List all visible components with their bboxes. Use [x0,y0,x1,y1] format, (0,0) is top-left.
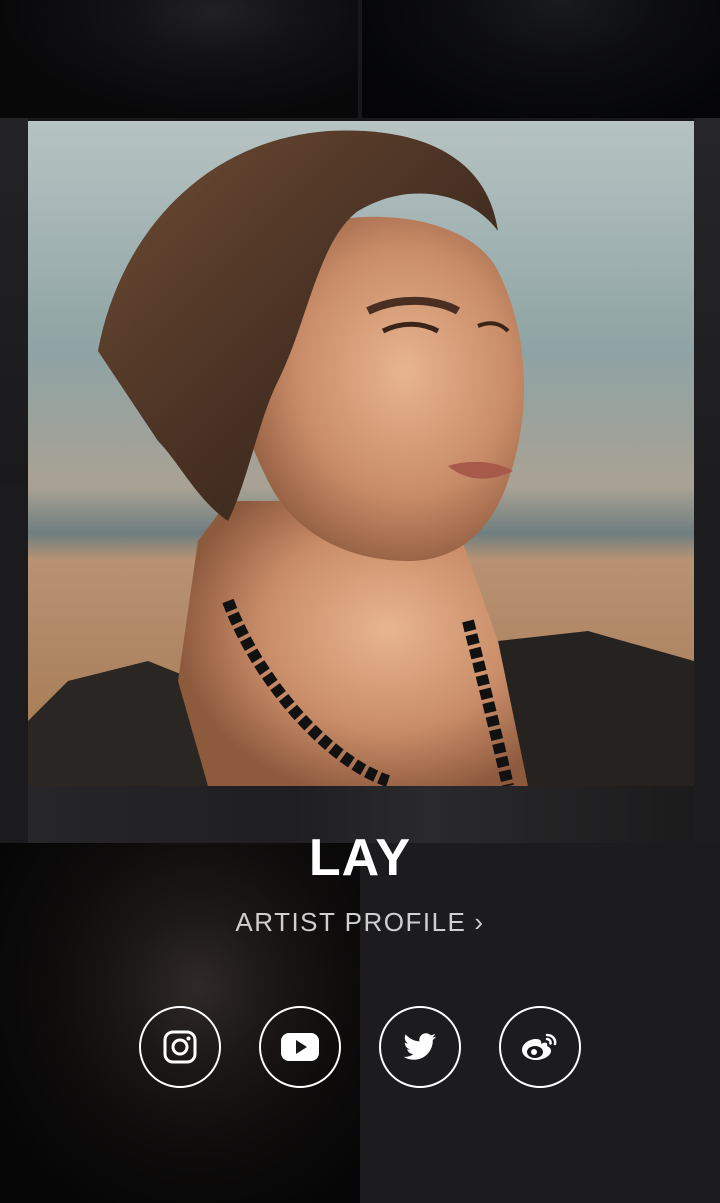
twitter-button[interactable] [379,1006,461,1088]
weibo-button[interactable] [499,1006,581,1088]
background-member-photo [694,118,720,483]
youtube-icon [281,1033,319,1061]
weibo-icon [522,1033,557,1060]
twitter-icon [403,1033,437,1060]
instagram-button[interactable] [139,1006,221,1088]
background-member-photo [694,483,720,843]
youtube-button[interactable] [259,1006,341,1088]
background-member-photo [362,0,720,118]
background-member-photo [0,483,28,843]
artist-profile-link[interactable]: ARTIST PROFILE › [0,905,720,939]
background-member-photo [0,0,358,118]
chevron-right-icon: › [474,907,485,937]
artist-photo[interactable] [28,121,694,786]
artist-card-page: LAY ARTIST PROFILE › [0,0,720,1203]
social-links [0,1006,720,1088]
artist-profile-link-label: ARTIST PROFILE [235,907,467,937]
instagram-icon [163,1030,197,1064]
artist-name: LAY [308,829,412,887]
background-member-photo [0,118,28,483]
